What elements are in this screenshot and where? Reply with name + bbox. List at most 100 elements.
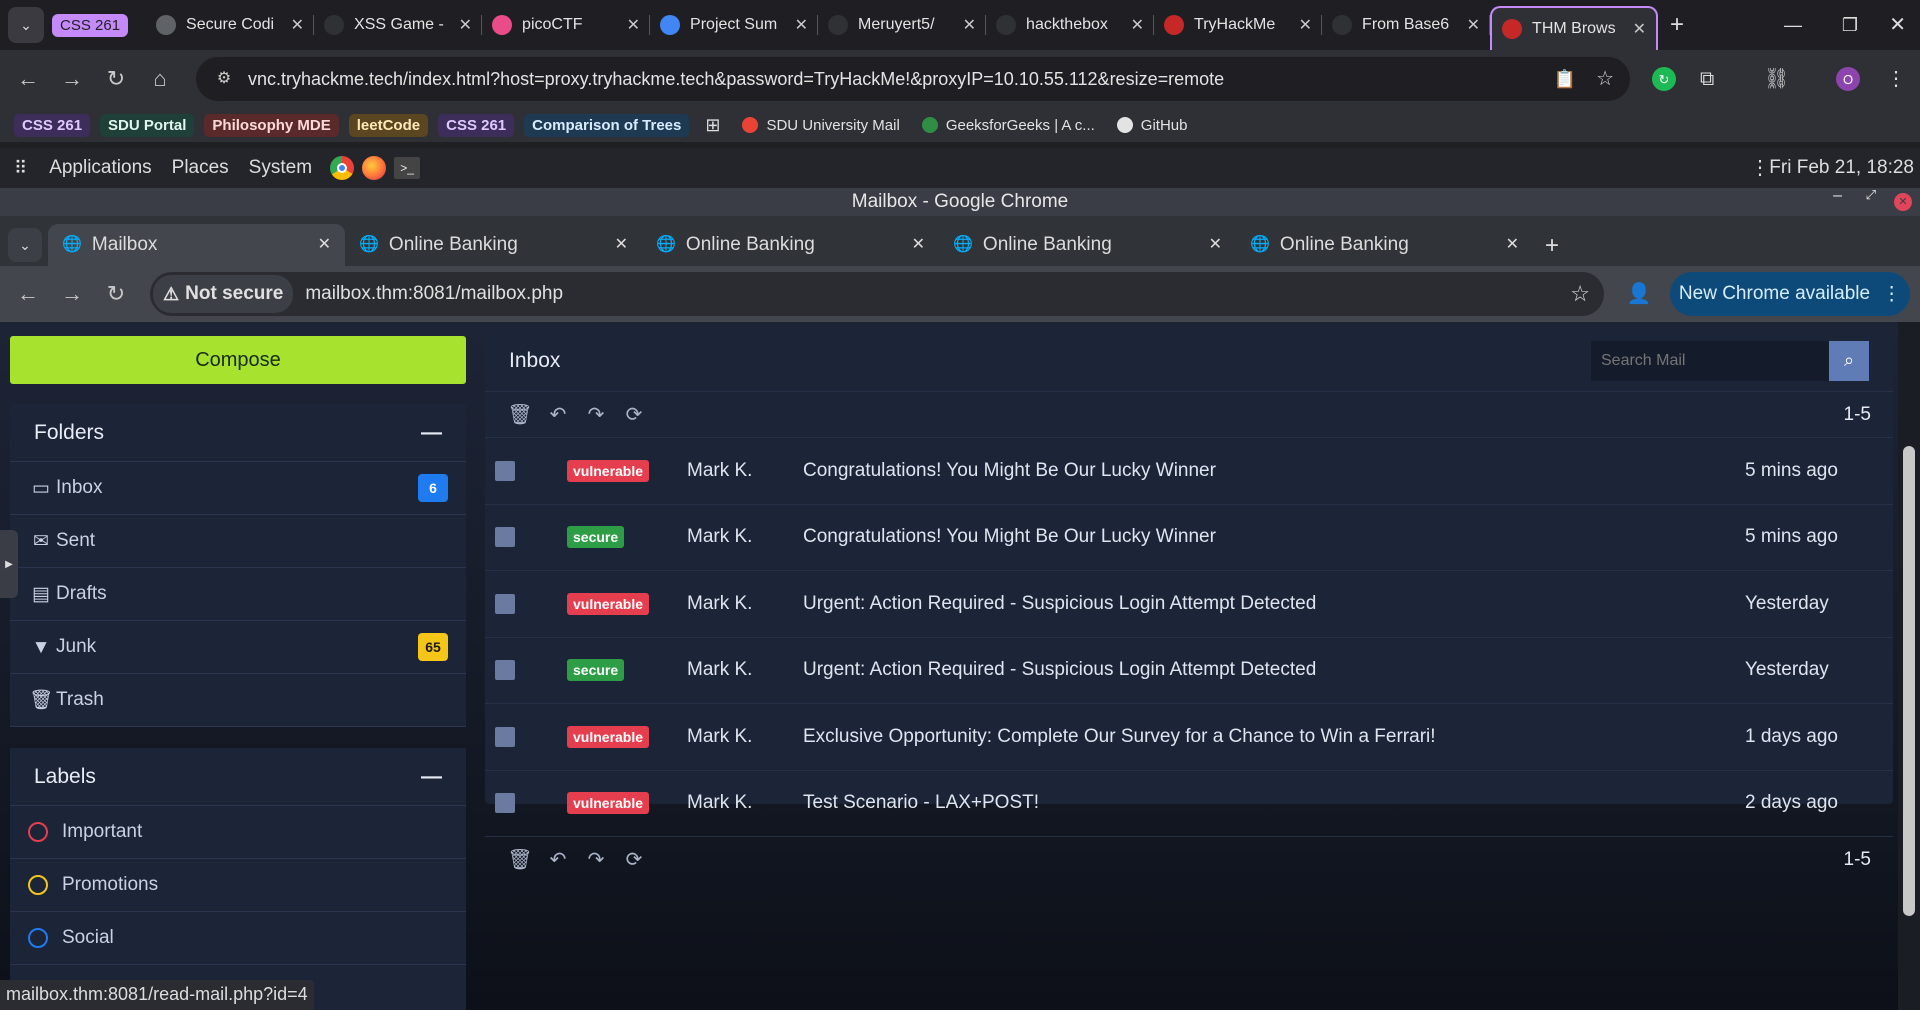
message-checkbox[interactable]	[495, 460, 515, 481]
message-subject[interactable]: Urgent: Action Required - Suspicious Log…	[803, 659, 1745, 681]
outer-tab[interactable]: picoCTF ✕	[482, 5, 651, 45]
inner-tab[interactable]: 🌐 Online Banking ✕	[1236, 224, 1533, 266]
bookmark-chip[interactable]: SDU Portal	[100, 113, 195, 137]
tab-close-icon[interactable]: ✕	[963, 15, 976, 35]
compose-button[interactable]: Compose	[10, 336, 466, 384]
update-chrome-button[interactable]: New Chrome available ⋮	[1670, 272, 1910, 316]
label-item-social[interactable]: Social	[10, 912, 466, 965]
inner-forward-icon[interactable]: →	[50, 272, 94, 316]
minimize-icon[interactable]: —	[1784, 16, 1802, 34]
outer-tab[interactable]: From Base6 ✕	[1322, 5, 1491, 45]
folder-item-inbox[interactable]: ▭ Inbox 6	[10, 462, 466, 515]
outer-tab[interactable]: hackthebox ✕	[986, 5, 1155, 45]
forward-icon[interactable]: ↷	[577, 405, 615, 425]
label-item-important[interactable]: Important	[10, 806, 466, 859]
tab-close-icon[interactable]: ✕	[1633, 19, 1646, 39]
tab-search-chevron-icon[interactable]: ⌄	[8, 7, 44, 43]
menu-kebab-icon[interactable]: ⋮	[1886, 69, 1906, 89]
outer-tab[interactable]: THM Brows ✕	[1490, 6, 1659, 50]
delete-trash-icon[interactable]: 🗑	[501, 405, 539, 425]
page-scrollbar[interactable]	[1898, 322, 1920, 1010]
tab-close-icon[interactable]: ✕	[291, 15, 304, 35]
message-subject[interactable]: Urgent: Action Required - Suspicious Log…	[803, 593, 1745, 615]
tab-close-icon[interactable]: ✕	[1209, 237, 1222, 253]
search-input[interactable]	[1591, 340, 1829, 381]
message-row[interactable]: secure Mark K. Urgent: Action Required - S…	[485, 638, 1893, 704]
scroll-thumb[interactable]	[1903, 446, 1915, 916]
panel-kebab-icon[interactable]: ⋮	[1750, 158, 1770, 178]
bookmark-star-icon[interactable]: ☆	[1596, 69, 1614, 89]
site-info-icon[interactable]: ⚙	[212, 71, 236, 87]
bookmark-chip[interactable]: Philosophy MDE	[204, 113, 339, 137]
tab-close-icon[interactable]: ✕	[912, 237, 925, 253]
reply-icon[interactable]: ↶	[539, 850, 577, 870]
reply-icon[interactable]: ↶	[539, 405, 577, 425]
inner-tab-search-icon[interactable]: ⌄	[8, 228, 42, 262]
message-checkbox[interactable]	[495, 793, 515, 814]
message-subject[interactable]: Test Scenario - LAX+POST!	[803, 792, 1745, 814]
inner-tab[interactable]: 🌐 Mailbox ✕	[48, 224, 345, 266]
inner-star-icon[interactable]: ☆	[1570, 283, 1590, 305]
window-close-icon[interactable]: ✕	[1894, 193, 1912, 211]
restore-icon[interactable]: ❐	[1842, 16, 1858, 34]
bookmark-chip[interactable]: Comparison of Trees	[524, 113, 690, 137]
outer-tab[interactable]: Project Sum ✕	[650, 5, 819, 45]
inner-reload-icon[interactable]: ↻	[94, 272, 138, 316]
tab-close-icon[interactable]: ✕	[1467, 15, 1480, 35]
outer-address-bar[interactable]: ⚙ vnc.tryhackme.tech/index.html?host=pro…	[196, 57, 1630, 101]
outer-tab[interactable]: XSS Game - ✕	[314, 5, 483, 45]
terminal-launcher-icon[interactable]: >_	[394, 157, 421, 179]
window-minimize-icon[interactable]: –	[1833, 188, 1842, 204]
tab-close-icon[interactable]: ✕	[1506, 237, 1519, 253]
search-icon[interactable]: ⌕	[1829, 340, 1869, 381]
message-subject[interactable]: Exclusive Opportunity: Complete Our Surv…	[803, 726, 1745, 748]
refresh-icon[interactable]: ⟳	[615, 850, 653, 870]
tab-close-icon[interactable]: ✕	[615, 237, 628, 253]
message-row[interactable]: vulnerable Mark K. Urgent: Action Required…	[485, 571, 1893, 638]
inner-back-icon[interactable]: ←	[6, 272, 50, 316]
collapse-minus-icon[interactable]: —	[421, 766, 442, 787]
desktop-menu-item[interactable]: System	[249, 157, 312, 179]
close-window-icon[interactable]: ✕	[1889, 15, 1906, 35]
message-row[interactable]: vulnerable Mark K. Test Scenario - LAX+POS…	[485, 771, 1893, 837]
message-row[interactable]: vulnerable Mark K. Congratulations! You Mi…	[485, 438, 1893, 505]
outer-url[interactable]: vnc.tryhackme.tech/index.html?host=proxy…	[248, 69, 1554, 90]
inner-profile-icon[interactable]: 👤	[1626, 281, 1652, 307]
message-checkbox[interactable]	[495, 660, 515, 681]
bookmark-link[interactable]: GitHub	[1116, 117, 1187, 134]
tab-close-icon[interactable]: ✕	[459, 15, 472, 35]
extension-sync-icon[interactable]: ↻	[1652, 67, 1676, 91]
bookmark-link[interactable]: GeeksforGeeks | A c...	[921, 117, 1095, 134]
folder-item-drafts[interactable]: ▤ Drafts	[10, 568, 466, 621]
label-item-promotions[interactable]: Promotions	[10, 859, 466, 912]
apps-grid-icon[interactable]: ⠿	[14, 159, 27, 177]
message-row[interactable]: secure Mark K. Congratulations! You Might …	[485, 505, 1893, 571]
chrome-launcher-icon[interactable]	[330, 156, 355, 180]
bookmark-chip[interactable]: CSS 261	[438, 113, 515, 137]
window-maximize-icon[interactable]: ⤢	[1866, 188, 1876, 201]
folder-item-trash[interactable]: 🗑 Trash	[10, 674, 466, 727]
forward-icon[interactable]: ↷	[577, 850, 615, 870]
refresh-icon[interactable]: ⟳	[615, 405, 653, 425]
bookmark-chip[interactable]: CSS 261	[14, 113, 91, 137]
outer-tab[interactable]: TryHackMe ✕	[1154, 5, 1323, 45]
extensions-puzzle-icon[interactable]: ⧉	[1700, 69, 1714, 89]
tab-close-icon[interactable]: ✕	[1299, 15, 1312, 35]
inner-address-bar[interactable]: ⚠ Not secure mailbox.thm:8081/mailbox.ph…	[150, 272, 1604, 316]
message-subject[interactable]: Congratulations! You Might Be Our Lucky …	[803, 460, 1745, 482]
vnc-sidebar-handle[interactable]: ▶	[0, 530, 18, 598]
tab-close-icon[interactable]: ✕	[1131, 15, 1144, 35]
link-icon[interactable]: ⛓	[1764, 69, 1789, 89]
bookmark-chip[interactable]: leetCode	[348, 113, 429, 137]
tab-close-icon[interactable]: ✕	[627, 15, 640, 35]
desktop-menu-item[interactable]: Applications	[49, 157, 151, 179]
inner-tab[interactable]: 🌐 Online Banking ✕	[939, 224, 1236, 266]
outer-tab[interactable]: Secure Codi ✕	[146, 5, 315, 45]
back-icon[interactable]: ←	[6, 57, 50, 101]
delete-trash-icon[interactable]: 🗑	[501, 850, 539, 870]
profile-avatar[interactable]: O	[1836, 67, 1860, 91]
message-checkbox[interactable]	[495, 593, 515, 614]
forward-icon[interactable]: →	[50, 57, 94, 101]
clipboard-icon[interactable]: 📋	[1554, 70, 1576, 88]
inner-url[interactable]: mailbox.thm:8081/mailbox.php	[305, 283, 1570, 305]
